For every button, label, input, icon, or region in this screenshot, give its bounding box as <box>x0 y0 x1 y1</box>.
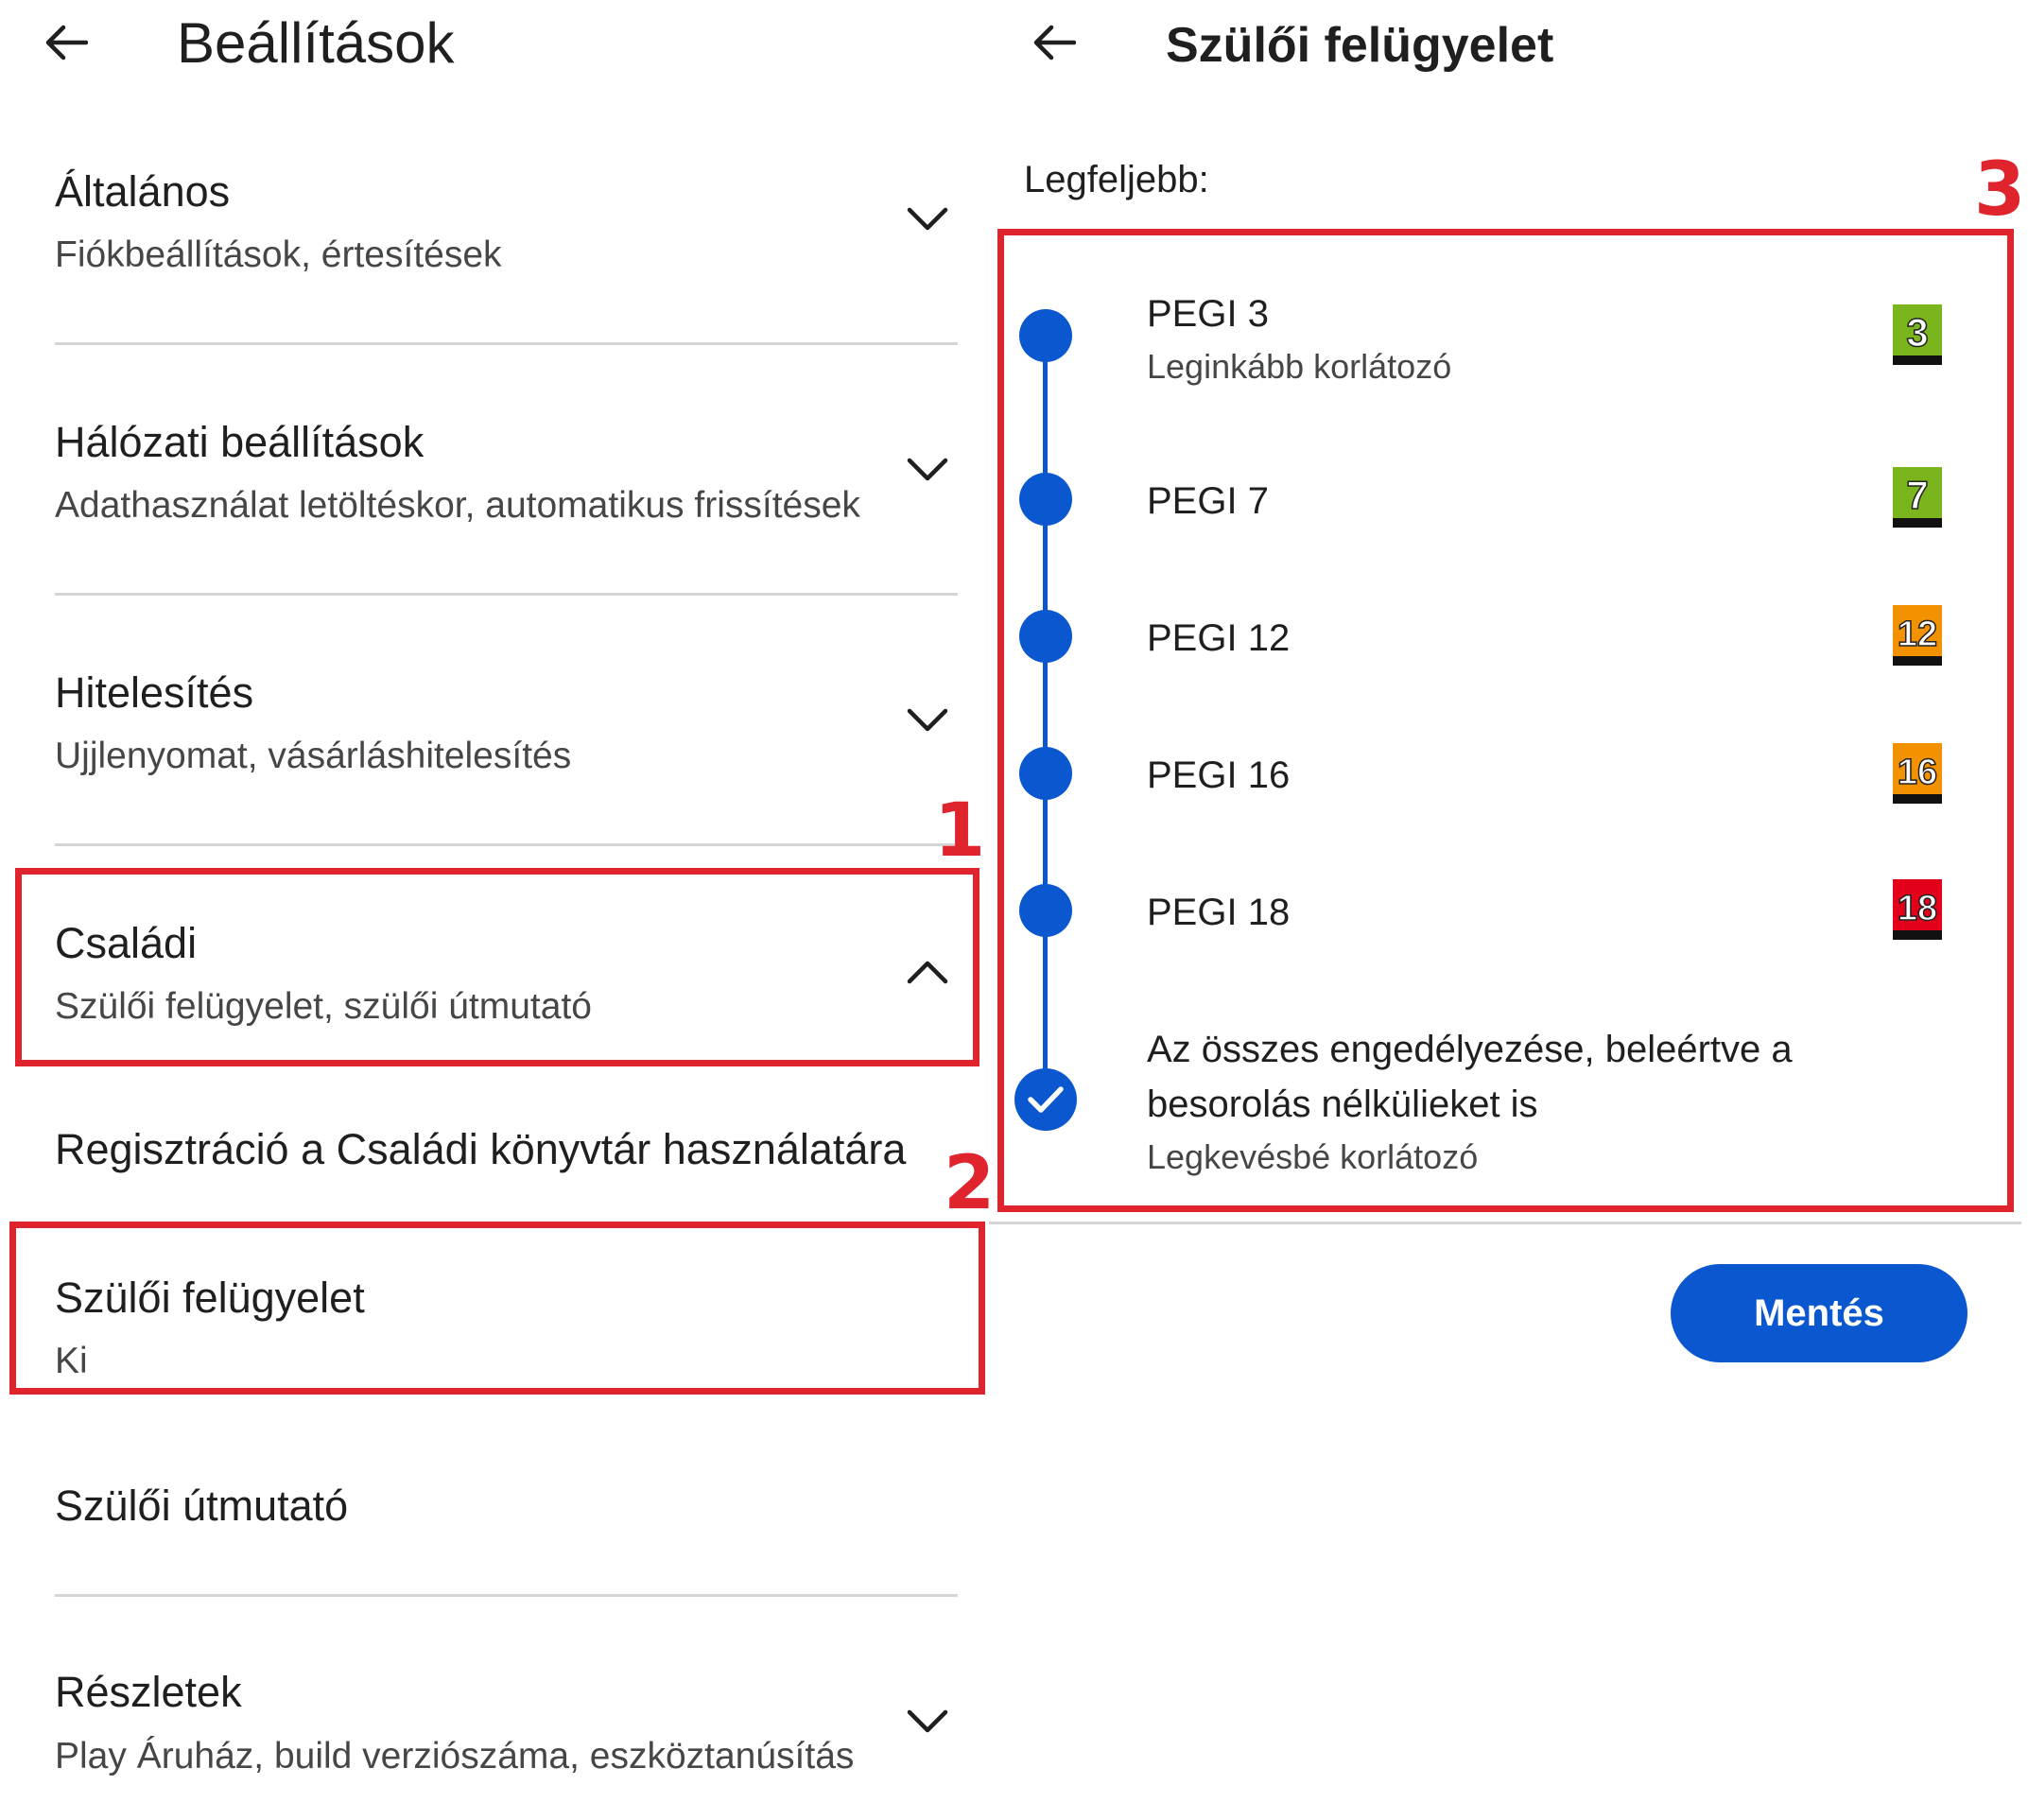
family-library-register-link[interactable]: Regisztráció a Családi könyvtár használa… <box>55 1128 906 1170</box>
settings-item-network-subtitle: Adathasználat letöltéskor, automatikus f… <box>55 485 860 526</box>
rating-radio-pegi-12[interactable] <box>1019 610 1072 663</box>
settings-item-general-subtitle: Fiókbeállítások, értesítések <box>55 234 502 275</box>
rating-sub-pegi-3: Leginkább korlátozó <box>1147 347 1452 386</box>
chevron-down-icon[interactable] <box>894 437 961 503</box>
pegi-7-badge-icon: 7 <box>1893 467 1942 528</box>
settings-item-general-title: Általános <box>55 167 231 216</box>
page-title-settings: Beállítások <box>177 11 455 75</box>
settings-item-network-title: Hálózati beállítások <box>55 418 425 466</box>
settings-item-parental-control-title: Szülői felügyelet <box>55 1274 365 1322</box>
svg-text:16: 16 <box>1898 753 1937 792</box>
back-button-settings[interactable] <box>33 9 99 76</box>
pegi-12-badge-icon: 12 <box>1893 605 1942 666</box>
settings-item-family-title: Családi <box>55 919 198 967</box>
annotation-marker-3: 3 <box>1974 147 2026 233</box>
chevron-down-icon[interactable] <box>894 1689 961 1755</box>
settings-item-authentication-title: Hitelesítés <box>55 668 254 717</box>
pegi-16-badge-icon: 16 <box>1893 743 1942 804</box>
rating-label-pegi-16: PEGI 16 <box>1147 754 1291 796</box>
rating-radio-pegi-16[interactable] <box>1019 747 1072 800</box>
svg-text:18: 18 <box>1898 889 1937 928</box>
divider <box>55 1594 958 1597</box>
settings-item-family-subtitle: Szülői felügyelet, szülői útmutató <box>55 986 592 1027</box>
checkmark-icon <box>1028 1086 1064 1113</box>
rating-radio-pegi-7[interactable] <box>1019 473 1072 526</box>
arrow-back-icon <box>45 25 88 61</box>
rating-sub-allow-all: Legkevésbé korlátozó <box>1147 1137 1479 1176</box>
rating-radio-pegi-3[interactable] <box>1019 309 1072 362</box>
rating-label-allow-all-line1: Az összes engedélyezése, beleértve a <box>1147 1029 1793 1070</box>
rating-label-pegi-3: PEGI 3 <box>1147 293 1269 335</box>
svg-text:12: 12 <box>1898 615 1937 654</box>
rating-label-allow-all-line2: besorolás nélkülieket is <box>1147 1083 1538 1125</box>
arrow-back-icon <box>1033 25 1076 61</box>
settings-item-details-title: Részletek <box>55 1668 242 1716</box>
rating-label-pegi-18: PEGI 18 <box>1147 892 1291 933</box>
chevron-up-icon[interactable] <box>894 939 961 1005</box>
divider <box>55 342 958 345</box>
divider <box>55 593 958 596</box>
svg-text:7: 7 <box>1906 473 1928 517</box>
page-title-parental-control: Szülői felügyelet <box>1166 18 1554 73</box>
annotation-marker-1: 1 <box>934 789 986 874</box>
divider <box>989 1222 2021 1224</box>
rating-label-pegi-7: PEGI 7 <box>1147 480 1269 522</box>
max-rating-label: Legfeljebb: <box>1024 159 1209 200</box>
annotation-marker-2: 2 <box>944 1141 996 1226</box>
divider <box>55 843 958 846</box>
svg-text:3: 3 <box>1906 310 1928 355</box>
settings-item-parental-guide[interactable]: Szülői útmutató <box>55 1484 348 1527</box>
save-button[interactable]: Mentés <box>1671 1264 1967 1362</box>
pegi-3-badge-icon: 3 <box>1893 304 1942 365</box>
pegi-18-badge-icon: 18 <box>1893 879 1942 940</box>
settings-item-details-subtitle: Play Áruház, build verziószáma, eszközta… <box>55 1736 855 1777</box>
rating-radio-pegi-18[interactable] <box>1019 884 1072 937</box>
chevron-down-icon[interactable] <box>894 687 961 754</box>
rating-radio-allow-all-selected[interactable] <box>1014 1068 1077 1131</box>
settings-item-parental-control-value: Ki <box>55 1341 88 1381</box>
chevron-down-icon[interactable] <box>894 186 961 252</box>
rating-label-pegi-12: PEGI 12 <box>1147 617 1291 659</box>
settings-item-authentication-subtitle: Ujjlenyomat, vásárláshitelesítés <box>55 736 572 776</box>
back-button-parental-control[interactable] <box>1021 9 1087 76</box>
